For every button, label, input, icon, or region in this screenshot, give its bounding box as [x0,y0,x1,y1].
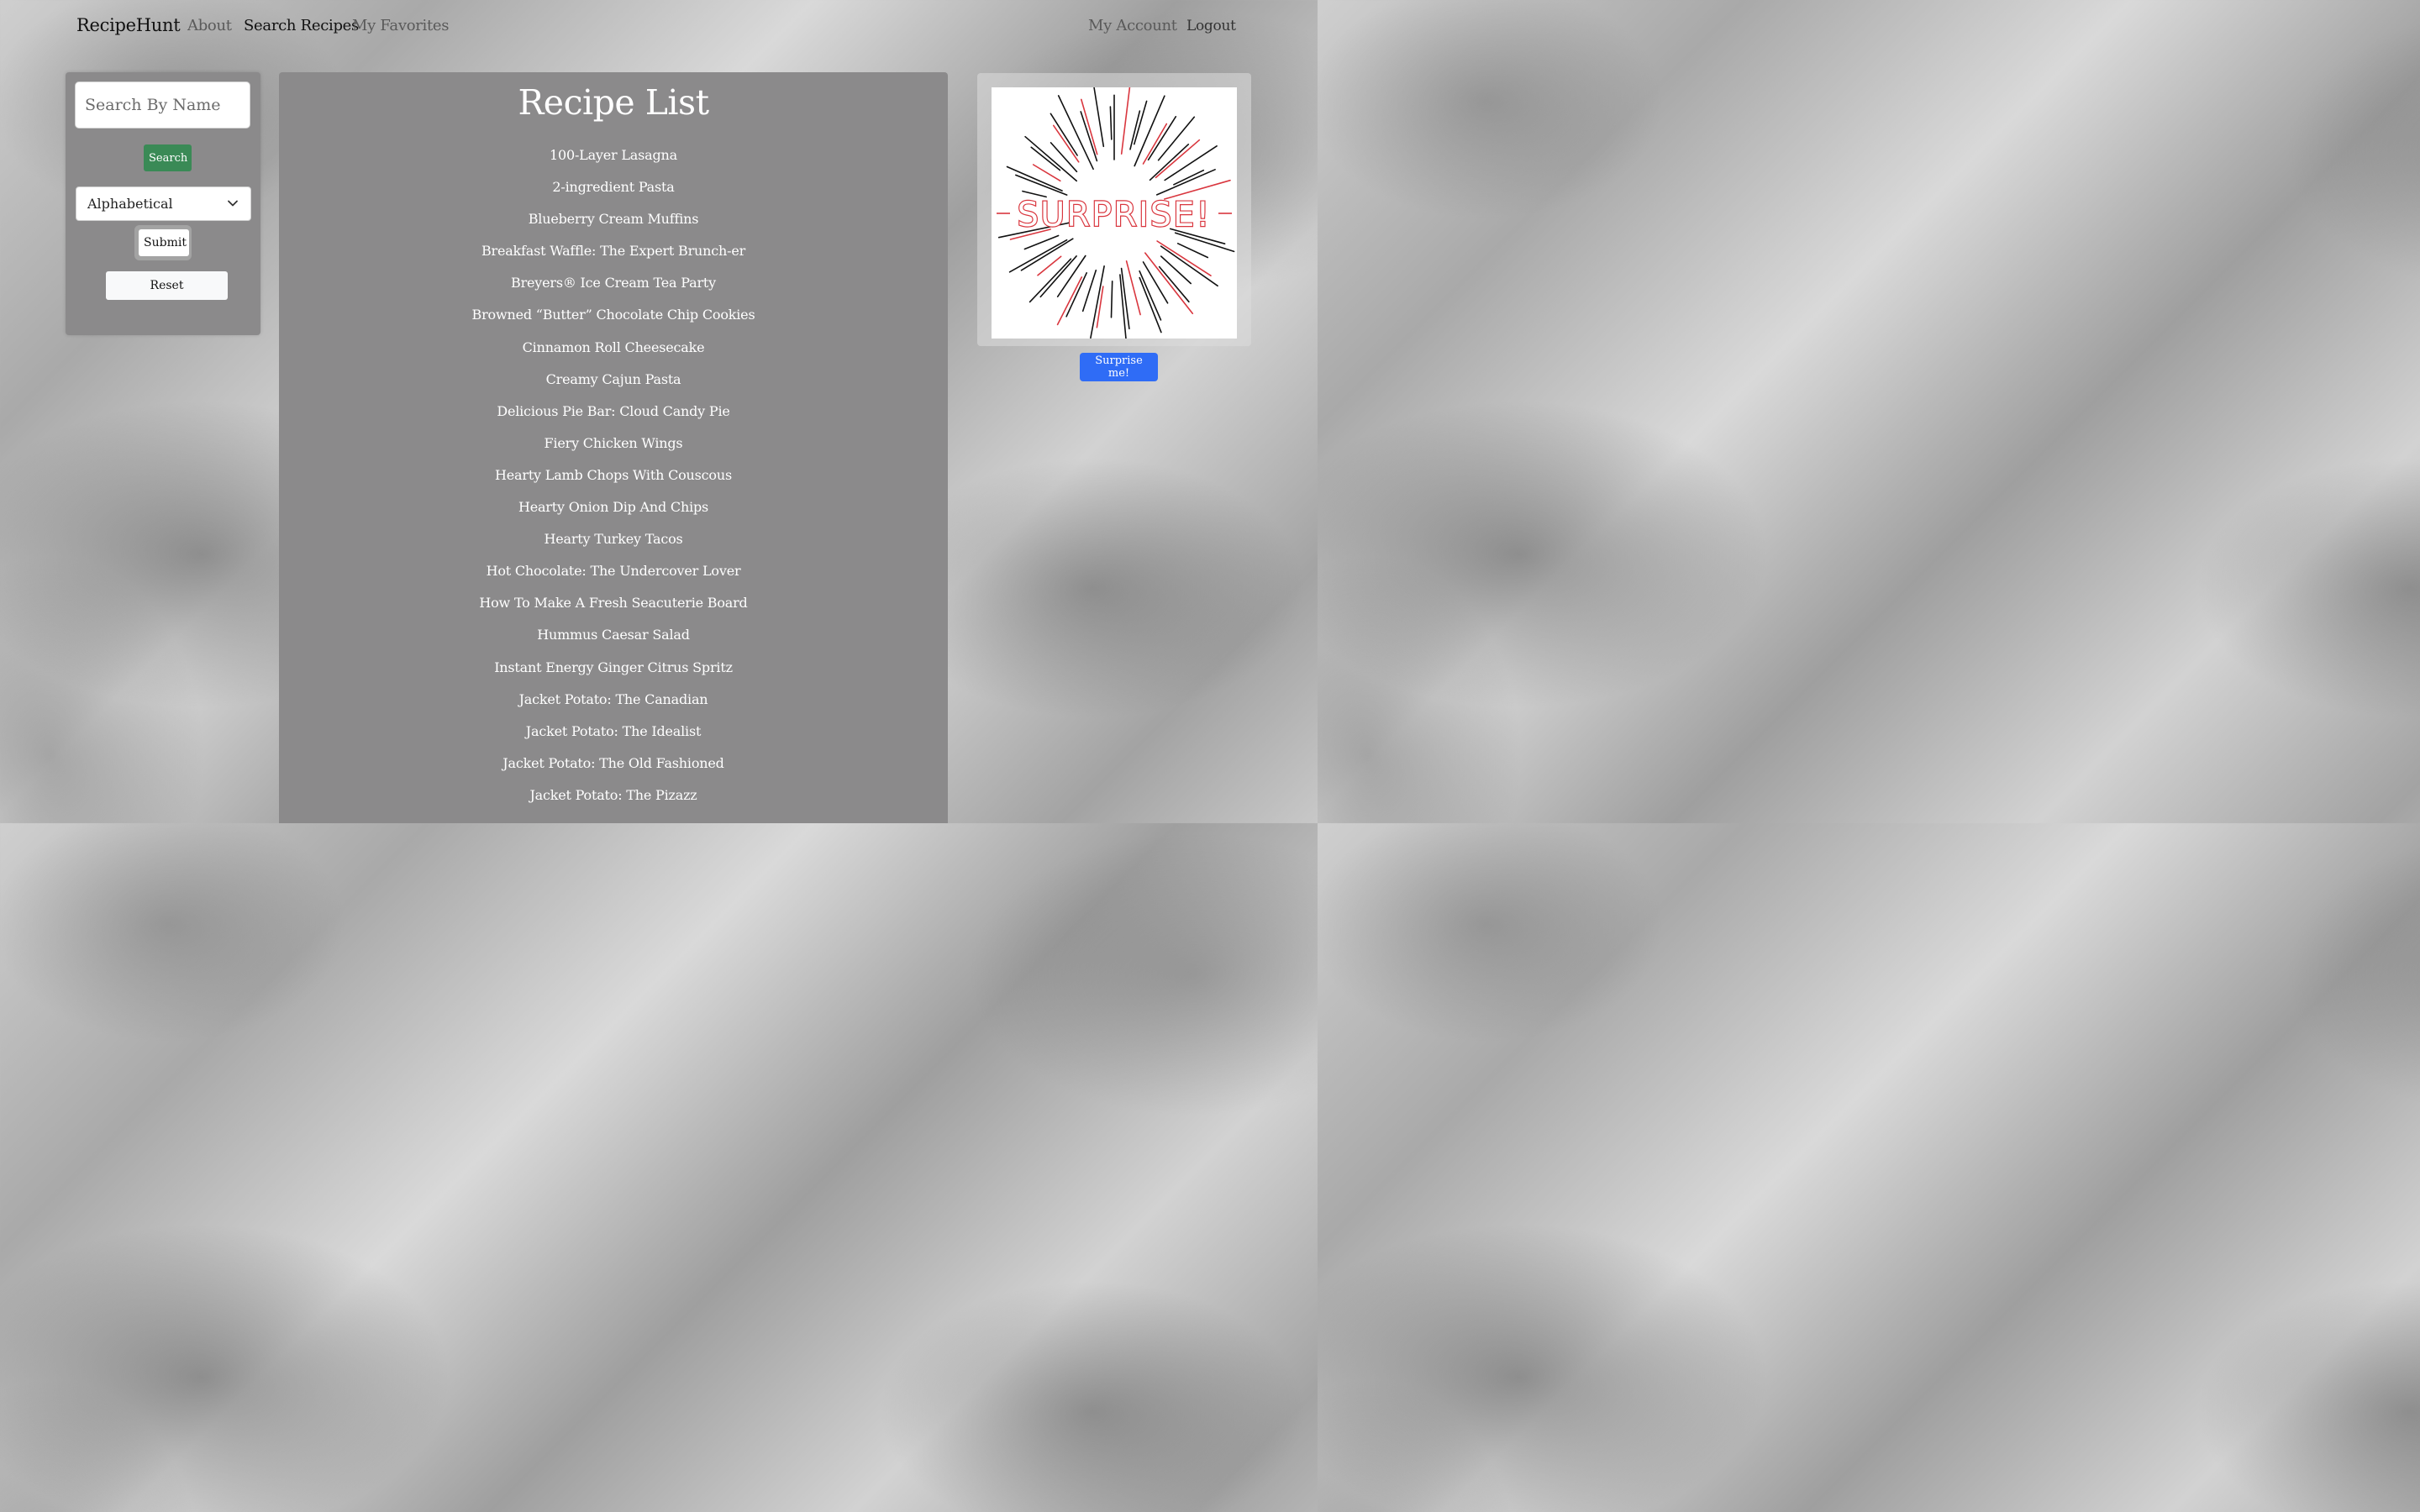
recipe-list-item[interactable]: 100-Layer Lasagna [279,144,948,176]
burst-ray [1157,116,1196,161]
recipe-list: 100-Layer Lasagna 2-ingredient Pasta Blueb… [279,144,948,816]
recipe-list-item[interactable]: Fiery Chicken Wings [279,433,948,465]
recipe-list-item[interactable]: Jacket Potato: The Canadian [279,689,948,721]
recipe-list-panel: Recipe List 100-Layer Lasagna 2-ingredien… [279,72,948,823]
recipe-list-item[interactable]: Jacket Potato: The Old Fashioned [279,753,948,785]
burst-ray [1144,252,1194,315]
recipe-list-item[interactable]: Breyers® Ice Cream Tea Party [279,272,948,304]
search-panel: Search Alphabetical Submit Reset [66,72,260,335]
burst-ray [1008,239,1068,273]
burst-ray [1110,281,1113,318]
submit-button[interactable]: Submit [139,229,189,256]
recipe-list-item[interactable]: Hummus Caesar Salad [279,624,948,656]
recipe-list-item[interactable]: Jacket Potato: The Pizazz [279,785,948,816]
burst-ray [1050,142,1078,173]
burst-ray [1139,270,1162,321]
burst-ray [1080,111,1098,162]
search-button[interactable]: Search [144,144,192,171]
surprise-image[interactable]: SURPRISE! [992,83,1237,342]
burst-ray [1092,83,1105,148]
page-title: Recipe List [518,82,709,123]
sort-select[interactable]: Alphabetical [76,186,251,221]
surprise-card: SURPRISE! [977,73,1251,346]
burst-ray [1156,169,1216,196]
recipe-list-item[interactable]: Cinnamon Roll Cheesecake [279,337,948,369]
burst-ray [1142,123,1168,165]
burst-ray [1173,169,1205,186]
nav-my-favorites[interactable]: My Favorites [352,17,450,34]
nav-about[interactable]: About [187,17,232,34]
reset-button[interactable]: Reset [106,271,228,300]
burst-ray [1134,95,1165,167]
recipe-list-item[interactable]: Hearty Onion Dip And Chips [279,496,948,528]
recipe-list-item[interactable]: Breakfast Waffle: The Expert Brunch-er [279,240,948,272]
recipe-list-item[interactable]: Blueberry Cream Muffins [279,208,948,240]
nav-logout[interactable]: Logout [1186,18,1236,34]
burst-ray [1125,260,1141,316]
burst-ray [1174,232,1235,253]
burst-ray [1120,84,1131,155]
burst-ray [1149,144,1190,181]
burst-ray [1056,276,1083,326]
burst-ray [1160,245,1218,287]
nav-my-account[interactable]: My Account [1088,17,1177,34]
burst-ray [1050,113,1078,156]
nav-search-recipes[interactable]: Search Recipes [244,17,359,34]
recipe-list-item[interactable]: Instant Energy Ginger Citrus Spritz [279,657,948,689]
recipe-list-item[interactable]: How To Make A Fresh Seacuterie Board [279,592,948,624]
burst-ray [1081,98,1098,155]
burst-ray [1109,106,1113,140]
brand-logo[interactable]: RecipeHunt [76,15,181,35]
burst-ray [1134,100,1148,145]
recipe-list-item[interactable]: Hearty Lamb Chops With Couscous [279,465,948,496]
surprise-image-text: SURPRISE! [1018,196,1212,234]
recipe-list-item[interactable]: Jacket Potato: The Idealist [279,721,948,753]
chevron-down-icon [228,200,238,207]
recipe-list-item[interactable]: Hot Chocolate: The Undercover Lover [279,560,948,592]
surprise-burst-graphic: SURPRISE! [997,83,1235,342]
burst-ray [1006,165,1063,192]
recipe-list-item[interactable]: Delicious Pie Bar: Cloud Candy Pie [279,401,948,433]
burst-ray [1176,243,1209,259]
burst-ray [1096,286,1104,328]
search-input[interactable] [75,81,250,129]
surprise-me-button[interactable]: Surprise me! [1080,353,1158,381]
recipe-list-item[interactable]: Creamy Cajun Pasta [279,369,948,401]
recipe-list-item[interactable]: Hearty Turkey Tacos [279,528,948,560]
sort-select-value: Alphabetical [87,196,173,212]
submit-button-focus-ring: Submit [134,225,192,260]
navbar: RecipeHunt About Search Recipes My Favor… [0,0,1318,55]
recipe-list-item[interactable]: 2-ingredient Pasta [279,176,948,208]
recipe-list-item[interactable]: Browned “Butter” Chocolate Chip Cookies [279,304,948,336]
